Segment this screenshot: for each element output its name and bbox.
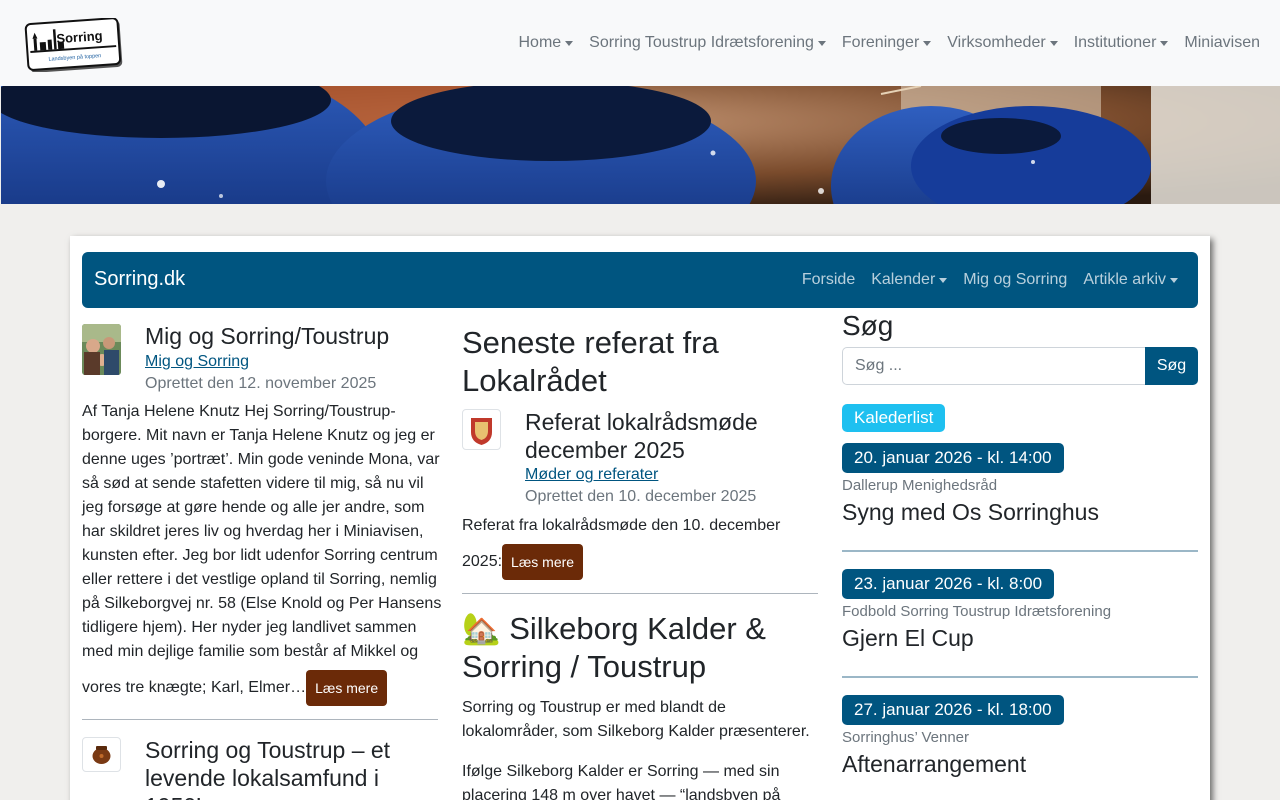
top-navbar: Sorring Landsbyen på toppen Home Sorring… (0, 0, 1280, 86)
event-title[interactable]: Syng med Os Sorringhus (842, 499, 1099, 526)
event-organizer: Sorringhus’ Venner (842, 729, 970, 746)
event-title[interactable]: Gjern El Cup (842, 625, 974, 652)
nav-foreninger[interactable]: Foreninger (842, 34, 932, 52)
site-subnav: Sorring.dk Forside Kalender Mig og Sorri… (82, 252, 1198, 308)
site-logo[interactable]: Sorring Landsbyen på toppen (24, 17, 124, 73)
brand-link[interactable]: Sorring.dk (94, 268, 185, 291)
chevron-down-icon (565, 40, 574, 46)
post-excerpt: Af Tanja Helene Knutz Hej Sorring/Toustr… (82, 400, 442, 706)
post-date: Oprettet den 12. november 2025 (145, 375, 377, 392)
chevron-down-icon (923, 40, 932, 46)
divider (842, 676, 1198, 678)
chevron-down-icon (817, 40, 826, 46)
event-organizer: Dallerup Menighedsråd (842, 477, 998, 494)
event-date-badge: 27. januar 2026 - kl. 18:00 (842, 695, 1064, 725)
post-date: Oprettet den 10. december 2025 (525, 488, 757, 505)
divider (462, 593, 818, 594)
section-heading: Seneste referat fra Lokalrådet (462, 325, 719, 398)
divider (842, 550, 1198, 552)
read-more-button[interactable]: Læs mere (502, 544, 584, 580)
nav-institutioner[interactable]: Institutioner (1074, 34, 1169, 52)
nav-idraetsforening[interactable]: Sorring Toustrup Idrætsforening (589, 34, 826, 52)
event-organizer: Fodbold Sorring Toustrup Idrætsforening (842, 603, 1112, 620)
search-button[interactable]: Søg (1145, 347, 1198, 385)
nav-home[interactable]: Home (518, 34, 574, 52)
chevron-down-icon (1170, 277, 1178, 283)
main-nav: Home Sorring Toustrup Idrætsforening For… (518, 0, 1260, 86)
calendar-list-badge[interactable]: Kalederlist (842, 404, 946, 432)
event-date-badge: 20. januar 2026 - kl. 14:00 (842, 443, 1064, 473)
chevron-down-icon (1049, 40, 1058, 46)
post-title[interactable]: Referat lokalrådsmøde december 2025 (525, 408, 818, 464)
event-title[interactable]: Aftenarrangement (842, 751, 1026, 778)
hero-banner-image (1, 86, 1280, 204)
nav-miniavisen[interactable]: Miniavisen (1184, 34, 1260, 52)
post-title[interactable]: Sorring og Toustrup – et levende lokalsa… (145, 736, 438, 800)
search-form: Søg (842, 347, 1198, 385)
subnav-kalender[interactable]: Kalender (871, 271, 948, 289)
nav-virksomheder[interactable]: Virksomheder (947, 34, 1058, 52)
subnav-mig-og-sorring[interactable]: Mig og Sorring (963, 271, 1067, 289)
post-category-link[interactable]: Mig og Sorring (145, 353, 249, 370)
subnav-artikel-arkiv[interactable]: Artikle arkiv (1083, 271, 1178, 289)
article-title[interactable]: 🏡 Silkeborg Kalder & Sorring / Toustrup (462, 610, 818, 686)
read-more-button[interactable]: Læs mere (306, 670, 388, 706)
post-category-link[interactable]: Møder og referater (525, 466, 658, 483)
event-date-badge: 23. januar 2026 - kl. 8:00 (842, 569, 1055, 599)
house-icon: 🏡 (462, 611, 501, 646)
search-heading: Søg (842, 310, 894, 341)
post-thumbnail[interactable] (82, 324, 121, 375)
article-paragraph: Ifølge Silkeborg Kalder er Sorring — med… (462, 763, 781, 800)
main-card: Sorring.dk Forside Kalender Mig og Sorri… (70, 236, 1210, 800)
article-paragraph: Sorring og Toustrup er med blandt de lok… (462, 699, 810, 740)
post-excerpt: Referat fra lokalrådsmøde den 10. decemb… (462, 514, 818, 580)
subnav-forside[interactable]: Forside (802, 271, 855, 289)
post-thumbnail[interactable] (462, 409, 501, 450)
post-title[interactable]: Mig og Sorring/Toustrup (145, 322, 438, 350)
post-thumbnail[interactable] (82, 737, 121, 772)
search-input[interactable] (842, 347, 1145, 385)
divider (82, 719, 438, 720)
chevron-down-icon (939, 277, 948, 283)
chevron-down-icon (1160, 40, 1169, 46)
